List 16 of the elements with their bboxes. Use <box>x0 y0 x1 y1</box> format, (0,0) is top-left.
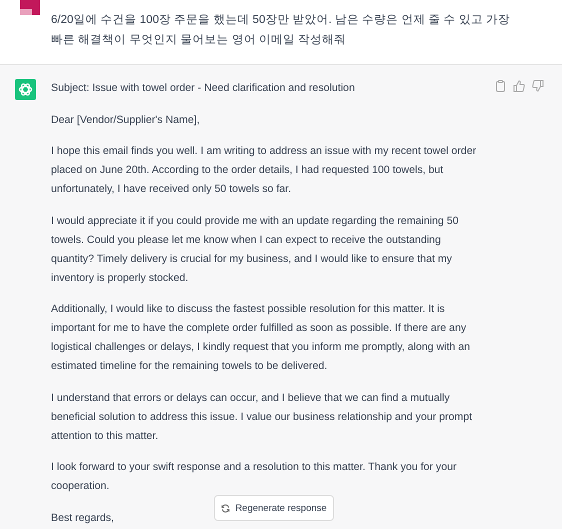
copy-icon[interactable] <box>495 80 506 92</box>
message-paragraph: I understand that errors or delays can occur, and I believe that we can find a mutually beneficial solution to address this issue. I value our business relationship and your prompt attention to this matter. <box>51 390 474 444</box>
message-paragraph: I look forward to your swift response and a resolution to this matter. Thank you for your cooperation. <box>51 460 458 494</box>
thumbs-up-icon[interactable] <box>513 80 525 92</box>
message-paragraph: Best regards, <box>51 510 114 526</box>
message-paragraph: I hope this email finds you well. I am writing to address an issue with my recent towel order placed on June 20th. According to the order details, I had requested 100 towels, but unfortunately, I have received only 50 towels so far. <box>51 144 478 197</box>
user-avatar <box>20 0 40 15</box>
message-paragraph: Subject: Issue with towel order - Need clarification and resolution <box>51 81 355 96</box>
refresh-icon <box>221 504 230 512</box>
message-paragraph: Dear [Vendor/Supplier's Name], <box>51 112 200 128</box>
thumbs-down-icon[interactable] <box>532 80 544 92</box>
user-message: 6/20일에 수건을 100장 주문을 했는데 50장만 받았어. 남은 수량은 언제 줄 수 있고 가장 빠른 해결책이 무엇인지 물어보는 영어 이메일 작성해줘 <box>51 13 512 48</box>
regenerate-button[interactable]: Regenerate response <box>214 495 334 521</box>
message-paragraph: I would appreciate it if you could provide me with an update regarding the remaining 50 towels. Could you please let me know when I can expect to receive the outstanding quantity? Timely delivery is crucial for my business, and I would like to ensure that my inventory is properly stocked. <box>51 214 460 286</box>
message-paragraph: Additionally, I would like to discuss the fastest possible resolution for this matter. It is important for me to have the complete order fulfilled as soon as possible. If there are any logistical challenges or delays, I kindly request that you inform me promptly, along with an estimated timeline for the remaining towels to be delivered. <box>51 302 472 374</box>
assistant-logo-icon <box>15 79 36 100</box>
